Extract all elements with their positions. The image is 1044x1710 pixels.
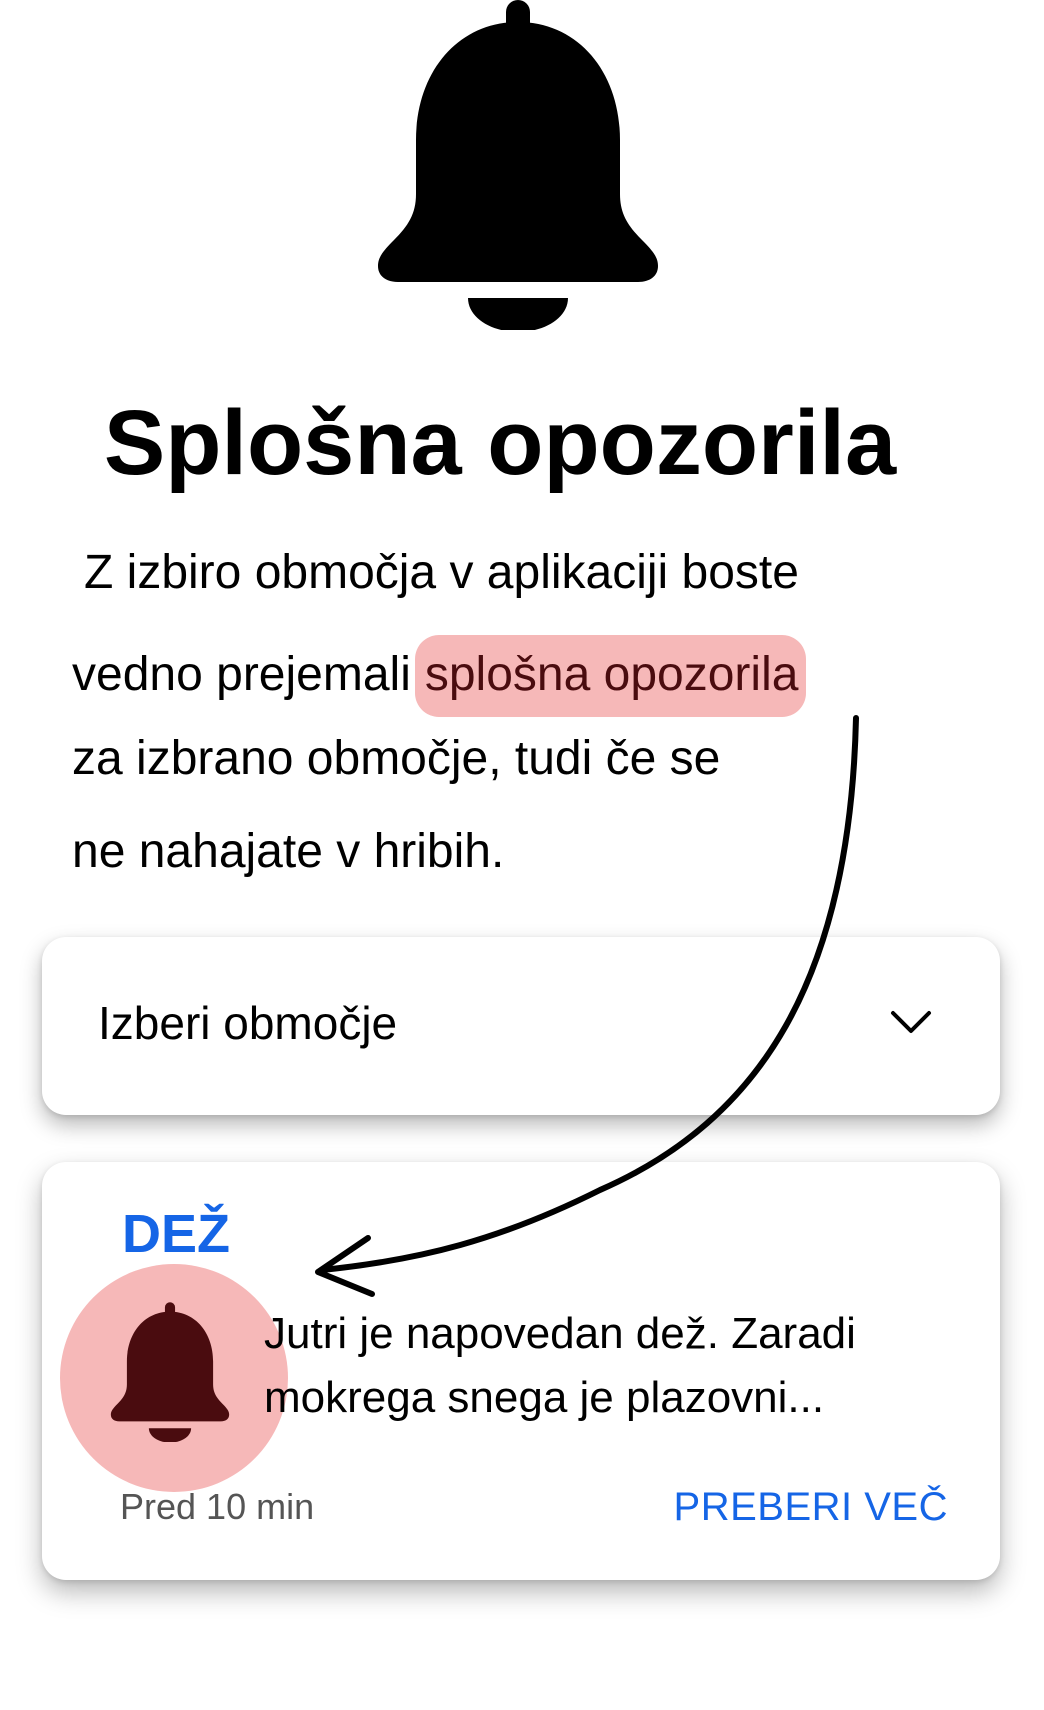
- highlighted-term: splošna opozorila: [414, 635, 807, 717]
- area-select-dropdown[interactable]: Izberi območje: [42, 937, 1000, 1115]
- description-line-2-prefix: vedno prejemali: [72, 648, 411, 701]
- bell-icon: [110, 1302, 230, 1442]
- page-title: Splošna opozorila: [103, 392, 897, 494]
- read-more-link[interactable]: PREBERI VEČ: [674, 1480, 948, 1534]
- notification-body-line-2: mokrega snega je plazovni...: [264, 1373, 825, 1422]
- description-line-2: vedno prejemali splošna opozorila: [72, 635, 807, 717]
- description-line-1: Z izbiro območja v aplikaciji boste: [84, 546, 799, 599]
- notification-avatar: [60, 1264, 288, 1492]
- notification-time: Pred 10 min: [120, 1486, 315, 1527]
- area-select-label: Izberi območje: [98, 997, 398, 1049]
- notification-body: Jutri je napovedan dež. Zaradi mokrega s…: [264, 1302, 856, 1430]
- notification-body-line-1: Jutri je napovedan dež. Zaradi: [264, 1309, 856, 1358]
- chevron-down-icon: [891, 1011, 931, 1033]
- bell-icon: [378, 0, 658, 330]
- description-line-4: ne nahajate v hribih.: [72, 825, 505, 878]
- description-line-3: za izbrano območje, tudi če se: [72, 732, 721, 785]
- notification-card[interactable]: DEŽ Jutri je napovedan dež. Zaradi mokre…: [42, 1162, 1000, 1580]
- notification-title: DEŽ: [122, 1204, 230, 1264]
